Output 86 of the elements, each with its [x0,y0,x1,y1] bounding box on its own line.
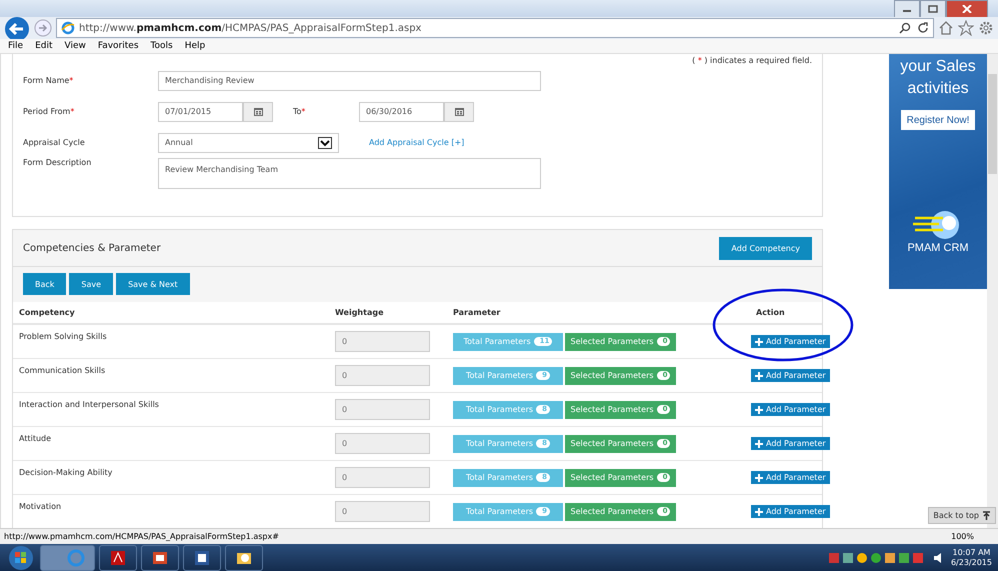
document-taskbar-icon[interactable] [183,544,221,570]
ad-headline: your Sales activities [899,57,977,99]
maximize-icon [928,5,938,13]
status-url: http://www.pmamhcm.com/HCMPAS/PAS_AppraisalFormStep1.aspx# [4,532,279,541]
weightage-field[interactable]: 0 [335,331,430,352]
pdf-taskbar-icon[interactable] [99,544,137,570]
competency-name: Motivation [18,501,62,511]
text-field[interactable]: Merchandising Review [158,70,541,90]
field-label: Appraisal Cycle [23,138,86,147]
back-to-top-button[interactable]: Back to top [928,507,996,524]
maximize-button[interactable] [920,0,946,18]
settings-icon[interactable] [978,20,994,36]
add-parameter-button[interactable]: Add Parameter [751,335,830,348]
menu-item[interactable]: Edit [31,41,56,51]
competency-name: Communication Skills [18,365,106,375]
tray-icons[interactable] [828,552,925,564]
column-header: Parameter [453,308,502,317]
register-button[interactable]: Register Now! [900,110,976,130]
star-icon[interactable] [958,20,974,36]
ad-brand: PMAM CRM [907,242,969,254]
plus-icon [755,440,763,448]
competency-name: Decision-Making Ability [18,467,114,477]
close-button[interactable] [946,0,988,18]
form-button[interactable]: Back [23,273,66,295]
field-label: Form Name* [23,76,74,85]
browser-icon [61,21,75,35]
plus-icon [755,508,763,516]
column-header: Weightage [335,308,385,317]
presentation-taskbar-icon[interactable] [141,544,179,570]
plus-icon [755,474,763,482]
panel-title: Competencies & Parameter [23,242,161,254]
menu-item[interactable]: Tools [146,41,177,51]
home-icon[interactable] [938,20,954,36]
start-button[interactable] [6,544,36,570]
menu-item[interactable]: File [4,41,28,51]
scrollbar[interactable] [987,54,998,528]
add-competency-button[interactable]: Add Competency [719,236,812,260]
cycle-dropdown[interactable]: Annual [158,132,339,152]
form-button[interactable]: Save [69,273,114,295]
competency-name: Interaction and Interpersonal Skills [18,399,160,409]
date-field[interactable]: 07/01/2015 [158,102,243,122]
zoom-level[interactable]: 100% [951,532,974,541]
column-header: Action [755,308,786,317]
mail-taskbar-icon[interactable] [225,544,263,570]
weightage-field[interactable]: 0 [335,501,430,522]
upload-icon [982,511,991,520]
column-header: Competency [18,308,76,317]
field-label: Period From* [23,107,76,116]
weightage-field[interactable]: 0 [335,365,430,386]
weightage-field[interactable]: 0 [335,399,430,420]
calendar-button[interactable] [444,102,474,122]
close-icon [962,5,972,13]
clock-time: 10:07 AM [952,548,990,558]
back-icon[interactable] [4,16,30,42]
description-field[interactable]: Review Merchandising Team [158,158,541,189]
field-label: Form Description [23,158,92,167]
menu-item[interactable]: Help [180,41,210,51]
refresh-icon[interactable] [917,22,929,34]
calendar-icon [254,107,262,116]
add-parameter-button[interactable]: Add Parameter [751,471,830,484]
add-parameter-button[interactable]: Add Parameter [751,505,830,518]
plus-icon [755,372,763,380]
weightage-field[interactable]: 0 [335,467,430,488]
date-field[interactable]: 06/30/2016 [359,102,444,122]
competency-name: Attitude [18,433,52,443]
required-note: ( * ) indicates a required field. [691,56,812,65]
search-icon[interactable] [899,22,911,34]
weightage-field[interactable]: 0 [335,433,430,454]
competency-name: Problem Solving Skills [18,331,108,341]
menu-item[interactable]: Favorites [94,41,143,51]
add-parameter-button[interactable]: Add Parameter [751,369,830,382]
add-cycle-link[interactable]: Add Appraisal Cycle [+] [369,138,464,147]
minimize-button[interactable] [894,0,920,18]
clock-date: 6/23/2015 [950,558,992,568]
address-field[interactable]: http://www.pmamhcm.com/HCMPAS/PAS_AppraisalFormStep1.aspx [56,18,934,38]
field-label: To* [292,107,306,116]
volume-icon[interactable] [932,552,943,564]
plus-icon [755,338,763,346]
plus-icon [755,406,763,414]
add-parameter-button[interactable]: Add Parameter [751,403,830,416]
menu-item[interactable]: View [60,41,90,51]
form-button[interactable]: Save & Next [116,273,190,295]
calendar-icon [454,107,464,116]
calendar-button[interactable] [243,102,273,122]
dropdown-icon [318,136,332,148]
add-parameter-button[interactable]: Add Parameter [751,437,830,450]
